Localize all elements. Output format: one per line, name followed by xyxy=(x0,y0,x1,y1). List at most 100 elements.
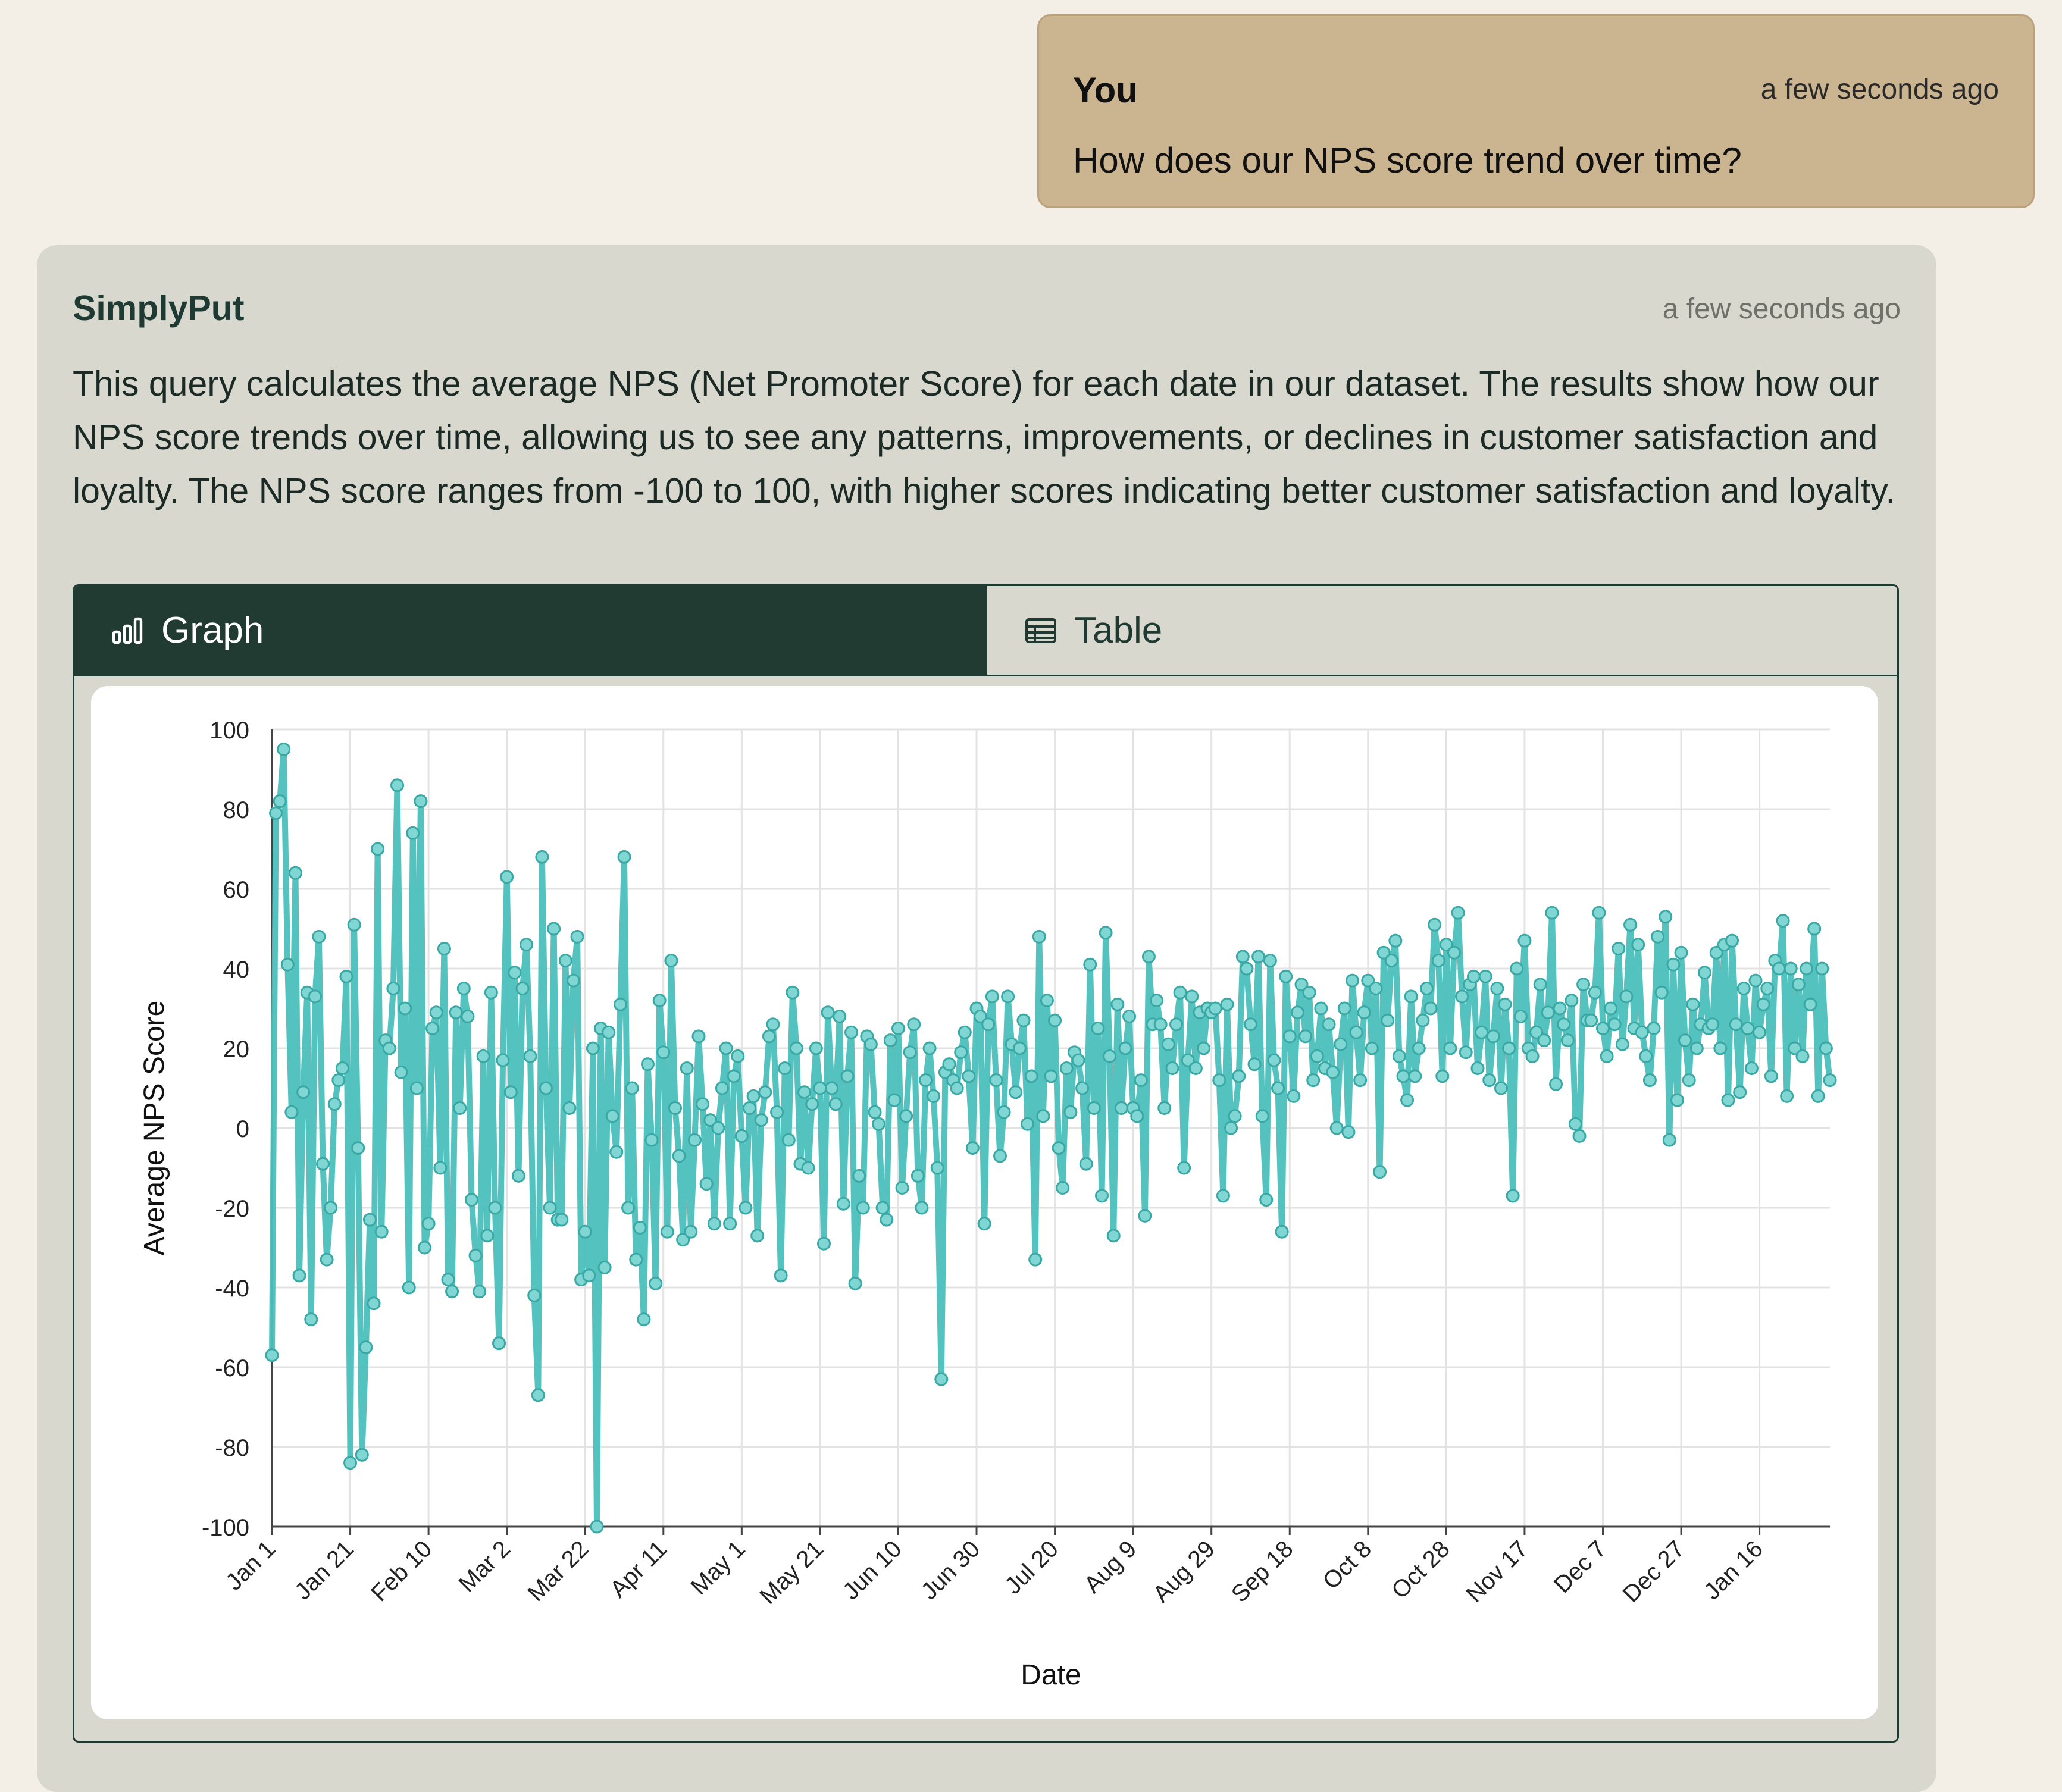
nps-data-point xyxy=(625,1081,639,1095)
nps-data-point xyxy=(1232,1069,1246,1083)
nps-data-point xyxy=(1513,1009,1528,1023)
nps-data-point xyxy=(723,1217,737,1231)
nps-data-point xyxy=(852,1168,866,1183)
nps-series-line xyxy=(269,746,1833,1530)
nps-data-point xyxy=(1486,1029,1500,1044)
nps-data-point xyxy=(327,1097,342,1111)
nps-data-point xyxy=(441,1273,455,1287)
nps-data-point xyxy=(453,1101,467,1115)
nps-data-point xyxy=(347,917,361,932)
nps-data-point xyxy=(1185,989,1199,1004)
nps-data-point xyxy=(280,957,295,972)
nps-data-point xyxy=(473,1285,487,1299)
nps-data-point xyxy=(899,1109,913,1123)
assistant-timestamp: a few seconds ago xyxy=(1662,293,1901,325)
nps-data-point xyxy=(1541,1005,1555,1020)
nps-data-point xyxy=(680,1061,694,1075)
x-tick-label: Oct 8 xyxy=(1318,1536,1376,1594)
nps-data-point xyxy=(488,1201,502,1215)
nps-data-point xyxy=(480,1229,495,1243)
nps-data-point xyxy=(1114,1101,1128,1115)
nps-data-point xyxy=(331,1073,346,1088)
nps-data-point xyxy=(547,922,561,936)
nps-data-point xyxy=(1419,982,1434,995)
nps-data-point xyxy=(508,966,522,980)
nps-data-point xyxy=(1302,985,1316,1000)
nps-data-point xyxy=(687,1133,702,1147)
nps-data-point xyxy=(833,1009,847,1023)
nps-data-point xyxy=(1337,1001,1351,1016)
nps-data-point xyxy=(727,1069,741,1083)
nps-data-point xyxy=(1807,922,1822,936)
y-tick-label: -80 xyxy=(215,1435,249,1461)
nps-data-point xyxy=(1494,1081,1508,1095)
nps-data-point xyxy=(449,1005,463,1020)
nps-data-point xyxy=(1557,1017,1571,1032)
nps-data-point xyxy=(284,1105,299,1119)
nps-data-point xyxy=(1263,954,1277,968)
nps-data-point xyxy=(1329,1121,1344,1135)
nps-data-point xyxy=(997,1105,1011,1119)
nps-data-point xyxy=(1678,1033,1692,1048)
nps-data-point xyxy=(1588,985,1602,1000)
nps-data-point xyxy=(371,842,385,856)
nps-data-point xyxy=(895,1181,909,1195)
nps-data-point xyxy=(887,1093,902,1107)
nps-data-point xyxy=(492,1336,506,1351)
x-tick-label: Jul 20 xyxy=(1000,1536,1063,1599)
nps-data-point xyxy=(1760,982,1775,995)
nps-data-point xyxy=(1255,1109,1269,1123)
tab-table[interactable]: Table xyxy=(987,586,1897,676)
nps-data-point xyxy=(582,1268,596,1283)
nps-data-point xyxy=(1130,1109,1144,1123)
nps-data-point xyxy=(739,1201,753,1215)
nps-data-point xyxy=(660,1224,674,1239)
tab-graph[interactable]: Graph xyxy=(74,586,987,676)
nps-data-point xyxy=(523,1049,537,1063)
nps-data-point xyxy=(1451,906,1465,920)
y-tick-label: -60 xyxy=(215,1355,249,1381)
nps-data-point xyxy=(1447,945,1462,960)
nps-data-point xyxy=(1706,1017,1720,1032)
nps-data-point xyxy=(1412,1041,1426,1055)
nps-data-point xyxy=(269,806,283,820)
nps-data-point xyxy=(707,1217,721,1231)
nps-line-chart: 100 80 60 40 20 0 -20 -40 -60 -80 -100Jan 1 Jan 21 F… xyxy=(139,718,1837,1691)
nps-data-point xyxy=(1654,985,1669,1000)
nps-data-point xyxy=(468,1248,483,1262)
nps-data-point xyxy=(1517,933,1532,948)
nps-data-point xyxy=(1428,917,1442,932)
nps-data-point xyxy=(1369,982,1383,995)
nps-data-point xyxy=(1623,917,1638,932)
nps-data-point xyxy=(1052,1141,1066,1155)
nps-data-point xyxy=(668,1101,683,1115)
x-tick-label: Sep 18 xyxy=(1226,1536,1298,1608)
nps-data-point xyxy=(1780,1089,1794,1103)
nps-data-point xyxy=(1106,1229,1121,1243)
x-tick-label: May 1 xyxy=(686,1536,750,1600)
nps-data-point xyxy=(1157,1101,1172,1115)
nps-data-point xyxy=(684,1224,698,1239)
y-tick-label: -40 xyxy=(215,1276,249,1302)
nps-data-point xyxy=(511,1168,525,1183)
x-tick-label: Nov 17 xyxy=(1462,1536,1534,1608)
nps-data-point xyxy=(539,1081,553,1095)
nps-data-point xyxy=(1021,1117,1035,1131)
nps-data-point xyxy=(1631,938,1645,952)
nps-data-point xyxy=(1490,982,1504,995)
nps-data-point xyxy=(633,1221,647,1235)
nps-data-point xyxy=(1612,942,1626,955)
nps-data-point xyxy=(1381,1013,1395,1027)
nps-data-point xyxy=(950,1081,964,1095)
nps-data-point xyxy=(1044,1069,1058,1083)
nps-data-point xyxy=(919,1073,933,1088)
nps-data-point xyxy=(1506,1189,1520,1203)
nps-data-point xyxy=(351,1141,365,1155)
nps-data-point xyxy=(1138,1208,1152,1223)
nps-data-point xyxy=(1819,1041,1833,1055)
nps-data-point xyxy=(1306,1073,1321,1088)
x-tick-label: Aug 29 xyxy=(1148,1536,1220,1608)
nps-data-point xyxy=(696,1097,710,1111)
nps-data-point xyxy=(1103,1049,1117,1063)
nps-data-point xyxy=(409,1081,424,1095)
